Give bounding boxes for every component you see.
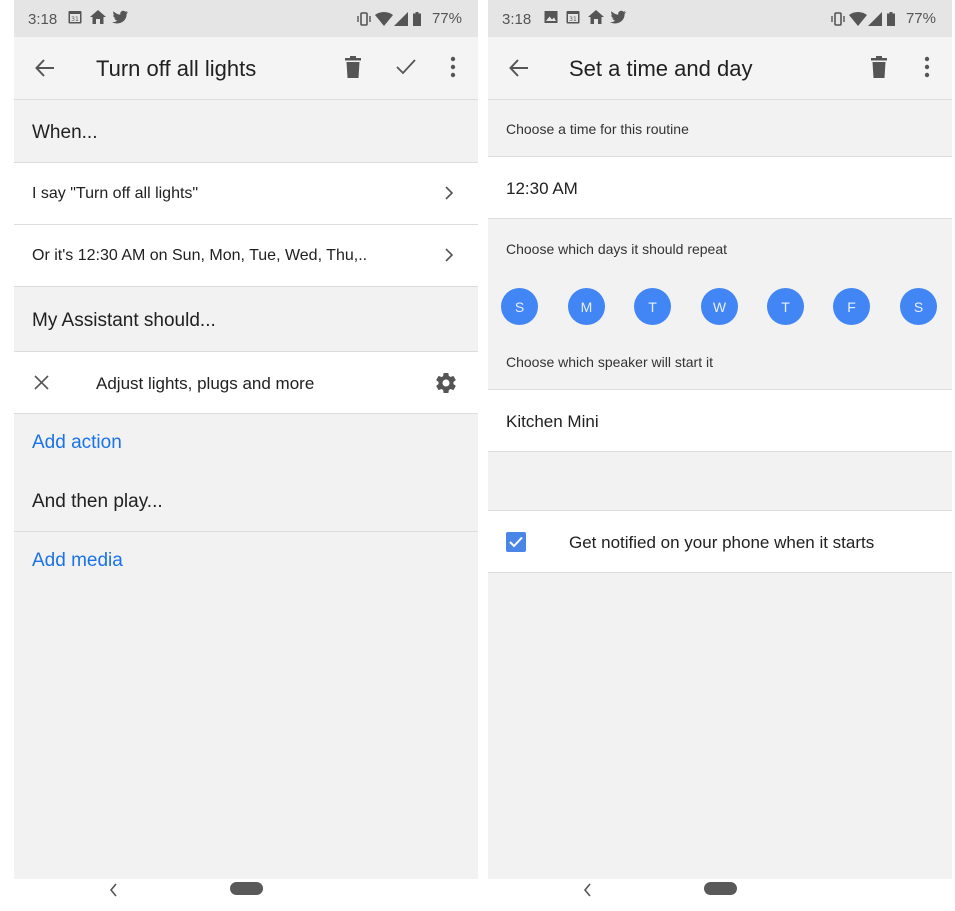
calendar-icon: 31	[566, 10, 580, 24]
svg-text:31: 31	[71, 16, 79, 23]
time-label: Choose a time for this routine	[506, 121, 689, 137]
section-header-play: And then play...	[14, 469, 478, 532]
vibrate-icon	[356, 11, 371, 26]
trash-icon[interactable]	[871, 56, 887, 83]
notify-label: Get notified on your phone when it start…	[569, 533, 875, 552]
add-action-row[interactable]: Add action	[14, 414, 478, 469]
phone-screen-time-day: 3:18 31 77% Set a time and day Choose a …	[488, 0, 952, 911]
section-header-assistant: My Assistant should...	[14, 287, 478, 352]
more-vert-icon[interactable]	[924, 56, 930, 83]
routine-content: When... I say "Turn off all lights" Or i…	[14, 100, 478, 879]
battery-icon	[886, 11, 901, 26]
trash-icon[interactable]	[345, 56, 361, 83]
add-media-link[interactable]: Add media	[32, 550, 123, 572]
day-toggle-monday[interactable]: M	[568, 288, 605, 325]
nav-bar	[14, 879, 478, 911]
more-vert-icon[interactable]	[450, 56, 456, 83]
signal-icon	[867, 11, 882, 26]
back-arrow-icon[interactable]	[508, 57, 530, 84]
speaker-value-row[interactable]: Kitchen Mini	[488, 390, 952, 452]
status-bar: 3:18 31 77%	[14, 0, 478, 37]
svg-text:31: 31	[569, 16, 577, 23]
speaker-value[interactable]: Kitchen Mini	[506, 412, 599, 432]
trigger-voice-label: I say "Turn off all lights"	[32, 185, 199, 202]
image-icon	[544, 10, 558, 24]
section-title: My Assistant should...	[32, 310, 216, 331]
days-label: Choose which days it should repeat	[506, 241, 728, 257]
app-bar: Turn off all lights	[14, 37, 478, 100]
vibrate-icon	[830, 11, 845, 26]
section-title: When...	[32, 122, 98, 143]
nav-back-icon[interactable]	[109, 883, 119, 902]
signal-icon	[393, 11, 408, 26]
notify-checkbox[interactable]	[506, 532, 526, 552]
page-title: Set a time and day	[569, 56, 753, 81]
wifi-icon	[374, 11, 393, 26]
day-toggle-friday[interactable]: F	[833, 288, 870, 325]
day-toggle-wednesday[interactable]: W	[701, 288, 738, 325]
twitter-icon	[610, 10, 626, 24]
phone-screen-routine: 3:18 31 77% Turn off all lights When... …	[14, 0, 478, 911]
time-section-header: Choose a time for this routine	[488, 100, 952, 157]
page-title: Turn off all lights	[96, 56, 257, 81]
battery-percent: 77%	[905, 10, 936, 27]
calendar-icon: 31	[68, 10, 82, 24]
status-time: 3:18	[28, 11, 58, 28]
chevron-right-icon	[444, 247, 454, 268]
app-bar: Set a time and day	[488, 37, 952, 100]
spacer-row	[488, 452, 952, 511]
day-toggle-tuesday[interactable]: T	[634, 288, 671, 325]
wifi-icon	[848, 11, 867, 26]
battery-icon	[412, 11, 427, 26]
battery-percent: 77%	[431, 10, 462, 27]
time-value-row[interactable]: 12:30 AM	[488, 157, 952, 219]
gear-icon[interactable]	[434, 371, 458, 400]
day-toggle-sunday[interactable]: S	[501, 288, 538, 325]
status-bar: 3:18 31 77%	[488, 0, 952, 37]
add-action-link[interactable]: Add action	[32, 432, 122, 454]
speaker-label: Choose which speaker will start it	[506, 354, 713, 370]
section-header-when: When...	[14, 100, 478, 163]
home-icon	[588, 10, 604, 24]
time-day-content: Choose a time for this routine 12:30 AM …	[488, 100, 952, 879]
chevron-right-icon	[444, 185, 454, 206]
section-title: And then play...	[32, 491, 163, 512]
trigger-voice-row[interactable]: I say "Turn off all lights"	[14, 163, 478, 225]
check-icon[interactable]	[396, 58, 416, 81]
trigger-time-row[interactable]: Or it's 12:30 AM on Sun, Mon, Tue, Wed, …	[14, 225, 478, 287]
nav-home-pill[interactable]	[704, 882, 737, 895]
nav-back-icon[interactable]	[583, 883, 593, 902]
action-item-label: Adjust lights, plugs and more	[96, 374, 315, 393]
back-arrow-icon[interactable]	[34, 57, 56, 84]
home-icon	[90, 10, 106, 24]
notify-row[interactable]: Get notified on your phone when it start…	[488, 511, 952, 573]
nav-bar	[488, 879, 952, 911]
action-item-row[interactable]: Adjust lights, plugs and more	[14, 352, 478, 414]
day-toggle-saturday[interactable]: S	[900, 288, 937, 325]
day-toggle-thursday[interactable]: T	[767, 288, 804, 325]
close-icon[interactable]	[34, 375, 49, 395]
trigger-time-label: Or it's 12:30 AM on Sun, Mon, Tue, Wed, …	[32, 247, 368, 264]
status-time: 3:18	[502, 11, 532, 28]
time-value[interactable]: 12:30 AM	[506, 179, 578, 199]
twitter-icon	[112, 10, 128, 24]
add-media-row[interactable]: Add media	[14, 532, 478, 588]
speaker-section-header: Choose which speaker will start it	[488, 338, 952, 390]
nav-home-pill[interactable]	[230, 882, 263, 895]
